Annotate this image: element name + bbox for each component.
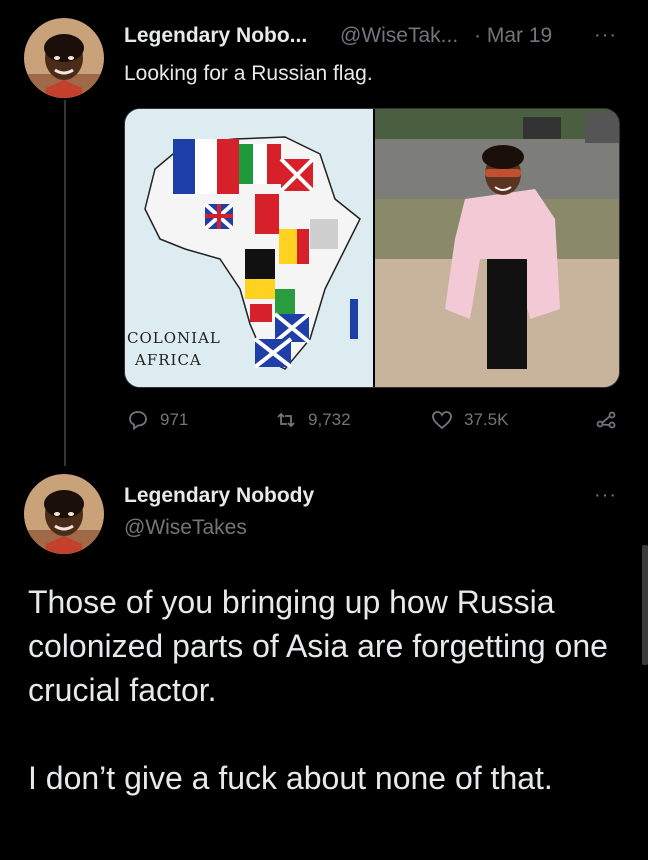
- reply-icon: [129, 411, 147, 431]
- author-name[interactable]: Legendary Nobo...: [124, 24, 307, 48]
- main-tweet-paragraph-1: Those of you bringing up how Russia colo…: [28, 584, 608, 708]
- thread-line: [64, 100, 66, 466]
- author-handle[interactable]: @WiseTakes: [124, 516, 247, 540]
- map-caption-line2: AFRICA: [135, 351, 202, 369]
- tweet-actions: 971 9,732 37.5K: [124, 408, 624, 438]
- woman-shrugging-photo[interactable]: [373, 109, 619, 387]
- scrollbar[interactable]: [642, 545, 648, 665]
- main-tweet-text: Those of you bringing up how Russia colo…: [28, 580, 628, 844]
- like-count: 37.5K: [464, 410, 509, 429]
- share-button[interactable]: [594, 408, 618, 432]
- retweet-icon: [277, 412, 295, 428]
- more-options-icon[interactable]: ···: [594, 484, 617, 507]
- share-icon: [596, 411, 616, 429]
- more-options-icon[interactable]: ···: [594, 24, 617, 47]
- reply-count: 971: [160, 410, 189, 429]
- author-handle[interactable]: @WiseTak...: [340, 24, 458, 48]
- reply-button[interactable]: 971: [126, 408, 188, 432]
- retweet-count: 9,732: [308, 410, 351, 429]
- tweet-text: Looking for a Russian flag.: [124, 62, 373, 85]
- tweet-date[interactable]: · Mar 19: [474, 24, 552, 48]
- heart-icon: [432, 411, 452, 430]
- main-tweet-paragraph-2: I don’t give a fuck about none of that.: [28, 760, 553, 796]
- colonial-africa-map-image[interactable]: COLONIAL AFRICA: [125, 109, 373, 387]
- tweet-media[interactable]: COLONIAL AFRICA: [124, 108, 620, 388]
- map-caption-line1: COLONIAL: [127, 329, 221, 347]
- map-caption: COLONIAL AFRICA: [125, 327, 221, 371]
- avatar[interactable]: [24, 474, 104, 554]
- avatar[interactable]: [24, 18, 104, 98]
- like-button[interactable]: 37.5K: [430, 408, 508, 432]
- retweet-button[interactable]: 9,732: [274, 408, 351, 432]
- author-name[interactable]: Legendary Nobody: [124, 484, 314, 508]
